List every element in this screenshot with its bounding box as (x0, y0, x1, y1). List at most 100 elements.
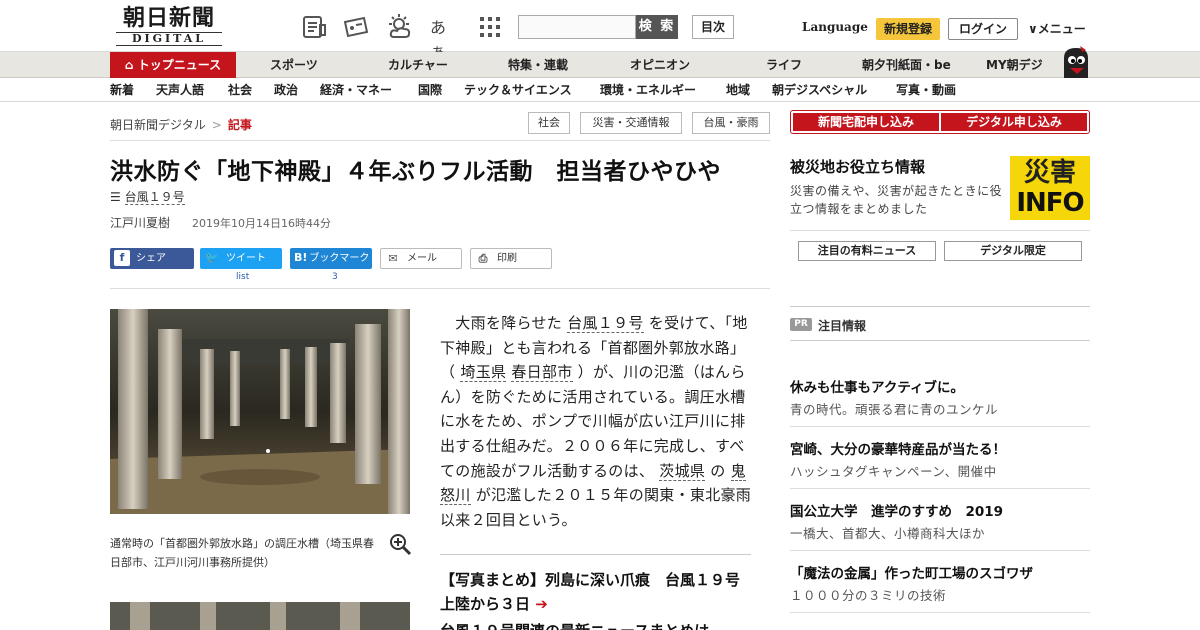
subnav-special[interactable]: 朝デジスペシャル (772, 78, 867, 102)
search-input[interactable] (518, 15, 636, 39)
subnav-new[interactable]: 新着 (110, 78, 134, 102)
pr-item[interactable]: 休みも仕事もアクティブに。 青の時代。頑張る君に青のユンケル (790, 378, 1090, 420)
hatena-bookmark-button[interactable]: B! ブックマーク (290, 248, 372, 269)
login-button[interactable]: ログイン (948, 18, 1018, 40)
pr-item-desc: １０００分の３ミリの技術 (790, 588, 947, 603)
print-label: 印刷 (497, 253, 517, 264)
twitter-share-button[interactable]: 🐦 ツイート (200, 248, 282, 269)
weather-icon[interactable] (386, 13, 414, 41)
subnav-politics[interactable]: 政治 (274, 78, 298, 102)
subnav-economy[interactable]: 経済・マネー (320, 78, 392, 102)
subnav-society[interactable]: 社会 (228, 78, 252, 102)
link-typhoon[interactable]: 台風１９号 (567, 314, 644, 333)
pr-item-desc: 青の時代。頑張る君に青のユンケル (790, 402, 999, 417)
divider (790, 426, 1090, 427)
divider (790, 612, 1090, 613)
print-icon: ⎙ (478, 252, 488, 265)
twitter-icon: 🐦 (205, 251, 219, 264)
font-size-icon[interactable]: あぁ (430, 14, 458, 61)
related-link[interactable]: 【写真まとめ】列島に深い爪痕 台風１９号上陸から３日 ➔ (440, 568, 752, 616)
photo-caption: 通常時の「首都圏外郭放水路」の調圧水槽（埼玉県春日部市、江戸川河川事務所提供） (110, 537, 374, 569)
article-title: 洪水防ぐ「地下神殿」４年ぶりフル活動 担当者ひやひや (110, 159, 721, 185)
subnav-region[interactable]: 地域 (726, 78, 750, 102)
zoom-icon[interactable] (388, 532, 412, 556)
nav-item-paper[interactable]: 朝夕刊紙面・be (862, 52, 951, 78)
link-kasukabe[interactable]: 春日部市 (511, 363, 573, 383)
digital-only-button[interactable]: デジタル限定 (944, 241, 1082, 261)
subscribe-paper-button[interactable]: 新聞宅配申し込み (793, 113, 939, 131)
disaster-logo-bottom: INFO (1016, 188, 1084, 218)
hatena-label: ブックマーク (309, 253, 370, 264)
logo-jp: 朝日新聞 (122, 5, 215, 31)
topic-link[interactable]: ☰ 台風１９号 (110, 188, 185, 205)
body-text: の (710, 461, 726, 480)
menu-button[interactable]: ∨メニュー (1028, 20, 1086, 37)
language-link[interactable]: Language (802, 20, 868, 34)
register-button[interactable]: 新規登録 (876, 18, 940, 40)
grid-menu-icon[interactable] (476, 13, 504, 41)
article-photo-2[interactable] (110, 602, 410, 630)
secondary-nav: 新着 天声人語 社会 政治 経済・マネー 国際 テック＆サイエンス 環境・エネル… (0, 78, 1200, 102)
newspaper-icon[interactable] (300, 13, 328, 41)
subnav-tech[interactable]: テック＆サイエンス (464, 78, 572, 102)
pr-item-desc: 一橋大、首都大、小樽商科大ほか (790, 526, 986, 541)
article-photo[interactable] (110, 309, 410, 514)
disaster-info-title[interactable]: 被災地お役立ち情報 (790, 156, 925, 177)
nav-top-news[interactable]: ⌂ トップニュース (110, 52, 236, 78)
paid-news-button[interactable]: 注目の有料ニュース (798, 241, 936, 261)
breadcrumb-home[interactable]: 朝日新聞デジタル (110, 118, 206, 132)
related-link-2[interactable]: 台風１９号関連の最新ニュースまとめは (440, 620, 752, 630)
nav-item-features[interactable]: 特集・連載 (508, 52, 568, 78)
body-text: 大雨を降らせた (440, 314, 563, 332)
subscribe-digital-button[interactable]: デジタル申し込み (941, 113, 1087, 131)
home-icon: ⌂ (124, 58, 134, 72)
link-saitama[interactable]: 埼玉県 (460, 363, 507, 383)
divider (110, 140, 770, 141)
facebook-share-label: シェア (136, 253, 166, 264)
toc-button[interactable]: 目次 (692, 15, 734, 39)
nav-item-sports[interactable]: スポーツ (270, 52, 318, 78)
subnav-environment[interactable]: 環境・エネルギー (600, 78, 696, 102)
tag-disaster-traffic[interactable]: 災害・交通情報 (580, 112, 682, 134)
link-ibaraki[interactable]: 茨城県 (659, 461, 706, 481)
pr-item-title: 「魔法の金属」作った町工場のスゴワザ (790, 566, 1033, 582)
facebook-icon: f (114, 250, 130, 266)
nav-item-my-asahi[interactable]: MY朝デジ (986, 52, 1043, 78)
pr-item-desc: ハッシュタグキャンペーン、開催中 (790, 464, 997, 479)
print-button[interactable]: ⎙ 印刷 (470, 248, 552, 269)
related-link-label: 【写真まとめ】列島に深い爪痕 台風１９号上陸から３日 (440, 571, 741, 613)
nav-item-life[interactable]: ライフ (766, 52, 802, 78)
primary-nav: ⌂ トップニュース スポーツ カルチャー 特集・連載 オピニオン ライフ 朝夕刊… (0, 52, 1200, 78)
pr-item[interactable]: 「魔法の金属」作った町工場のスゴワザ １０００分の３ミリの技術 (790, 564, 1090, 606)
search-button[interactable]: 検 索 (636, 15, 678, 39)
tag-society[interactable]: 社会 (528, 112, 570, 134)
hatena-icon: B! (294, 251, 308, 264)
mail-share-button[interactable]: ✉ メール (380, 248, 462, 269)
breadcrumb-current: 記事 (227, 118, 252, 132)
tag-typhoon[interactable]: 台風・豪雨 (692, 112, 770, 134)
divider (790, 488, 1090, 489)
pr-section-title: 注目情報 (818, 319, 867, 333)
article-date: 2019年10月14日16時44分 (192, 217, 331, 230)
mail-label: メール (407, 253, 437, 264)
pr-item[interactable]: 宮崎、大分の豪華特産品が当たる！ ハッシュタグキャンペーン、開催中 (790, 440, 1090, 482)
ticket-icon[interactable] (342, 13, 370, 41)
subnav-international[interactable]: 国際 (418, 78, 442, 102)
body-text: が氾濫した２０１５年の関東・東北豪雨以来２回目という。 (440, 486, 752, 529)
subnav-photo-video[interactable]: 写真・動画 (896, 78, 956, 102)
hatena-count[interactable]: 3 (332, 272, 338, 282)
nav-item-opinion[interactable]: オピニオン (630, 52, 690, 78)
nav-item-culture[interactable]: カルチャー (388, 52, 448, 78)
divider (440, 554, 751, 555)
mascot-icon[interactable] (1058, 44, 1094, 80)
pr-item[interactable]: 国公立大学 進学のすすめ 2019 一橋大、首都大、小樽商科大ほか (790, 502, 1090, 544)
nav-top-news-label: トップニュース (137, 58, 222, 72)
disaster-info-logo[interactable]: 災害 INFO (1010, 156, 1090, 220)
site-logo[interactable]: 朝日新聞 DIGITAL (110, 6, 228, 48)
twitter-count[interactable]: list (236, 272, 249, 282)
facebook-share-button[interactable]: f シェア (110, 248, 194, 269)
article-author[interactable]: 江戸川夏樹 (110, 214, 170, 231)
divider (110, 288, 770, 289)
divider (790, 306, 1090, 307)
subnav-tensei[interactable]: 天声人語 (156, 78, 204, 102)
